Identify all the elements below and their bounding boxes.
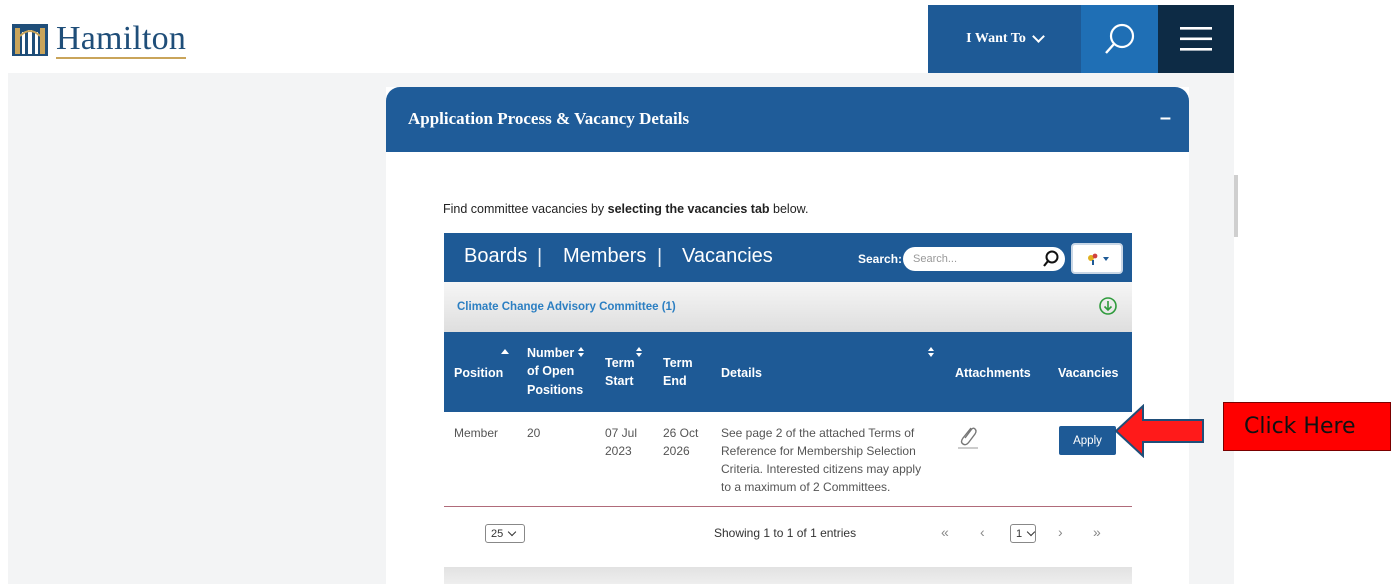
hamilton-logo[interactable]: Hamilton [12, 20, 187, 60]
sort-icon[interactable] [928, 347, 935, 358]
column-header-position[interactable]: Position [454, 365, 503, 381]
committee-group-label[interactable]: Climate Change Advisory Committee (1) [457, 301, 676, 313]
column-header-term-start-2[interactable]: Start [605, 373, 633, 389]
showing-entries-text: Showing 1 to 1 of 1 entries [714, 526, 857, 540]
sort-ascending-icon[interactable] [501, 349, 509, 354]
intro-prefix: Find committee vacancies by [443, 202, 608, 216]
header-search-button[interactable] [1081, 5, 1158, 73]
cell-term-end-2: 2026 [663, 444, 690, 458]
cell-details-line-3: Criteria. Interested citizens may apply [721, 462, 922, 476]
intro-suffix: below. [769, 202, 809, 216]
accordion-title: Application Process & Vacancy Details [408, 109, 690, 128]
chevron-down-icon [1031, 30, 1045, 43]
table-header: Position Number of Open Positions Term S… [444, 332, 1132, 412]
cell-open-positions: 20 [527, 426, 541, 440]
committee-group-row[interactable]: Climate Change Advisory Committee (1) [444, 282, 1132, 332]
column-header-open-positions-1[interactable]: Number [527, 345, 574, 361]
column-header-open-positions-3[interactable]: Positions [527, 382, 583, 398]
column-header-open-positions-2[interactable]: of Open [527, 363, 574, 379]
click-here-label: Click Here [1244, 414, 1356, 439]
intro-text: Find committee vacancies by selecting th… [443, 202, 808, 216]
column-header-details[interactable]: Details [721, 365, 762, 381]
tab-separator: | [657, 246, 663, 268]
intro-bold: selecting the vacancies tab [607, 202, 770, 216]
click-here-callout: Click Here [1223, 402, 1391, 451]
cell-position: Member [454, 426, 499, 440]
page-number-value: 1 [1016, 527, 1023, 540]
first-page-button[interactable]: « [941, 524, 949, 540]
cell-term-start-2: 2023 [605, 444, 632, 458]
i-want-to-label: I Want To [966, 31, 1026, 46]
header-menu-button[interactable] [1158, 5, 1234, 73]
red-arrow-left-icon [1114, 404, 1204, 458]
column-header-term-end-1[interactable]: Term [663, 355, 693, 371]
column-header-term-start-1[interactable]: Term [605, 355, 635, 371]
collapse-icon[interactable]: – [1160, 107, 1171, 130]
cell-details-line-1: See page 2 of the attached Terms of [721, 426, 915, 440]
tab-members[interactable]: Members [563, 245, 646, 268]
search-icon [1104, 23, 1134, 54]
scrollbar-thumb[interactable] [1234, 175, 1238, 237]
search-icon[interactable] [1042, 250, 1060, 268]
cell-term-end-1: 26 Oct [663, 426, 699, 440]
search-label: Search: [858, 252, 903, 266]
paperclip-icon[interactable] [956, 424, 980, 450]
table-footer: 25 Showing 1 to 1 of 1 entries « ‹ 1 › » [444, 507, 1132, 559]
sort-icon[interactable] [578, 347, 585, 358]
sort-icon[interactable] [636, 347, 643, 358]
column-header-vacancies: Vacancies [1058, 366, 1119, 380]
cell-term-start-1: 07 Jul [605, 426, 638, 440]
filter-dropdown-button[interactable] [1071, 243, 1123, 274]
column-header-term-end-2[interactable]: End [663, 373, 687, 389]
column-header-attachments: Attachments [955, 366, 1031, 380]
tab-vacancies[interactable]: Vacancies [682, 245, 773, 268]
search-input[interactable] [903, 247, 1065, 271]
site-header: Hamilton I Want To [8, 0, 1234, 73]
logo-text: Hamilton [56, 20, 187, 59]
page-size-value: 25 [491, 527, 504, 540]
cell-details-line-2: Reference for Membership Selection [721, 444, 916, 458]
previous-page-button[interactable]: ‹ [980, 524, 985, 540]
cell-details-line-4: to a maximum of 2 Committees. [721, 480, 891, 494]
page-number-select[interactable]: 1 [1010, 524, 1036, 543]
last-page-button[interactable]: » [1093, 524, 1101, 540]
vacancy-accordion-panel: Application Process & Vacancy Details – … [386, 87, 1189, 584]
accordion-header[interactable]: Application Process & Vacancy Details – [386, 87, 1189, 152]
hamilton-logo-icon [12, 24, 48, 56]
tab-boards[interactable]: Boards [464, 245, 527, 268]
widget-bottom-shadow [444, 567, 1132, 584]
hamburger-menu-icon [1180, 27, 1212, 51]
color-picker-icon [1087, 253, 1097, 265]
next-page-button[interactable]: › [1058, 524, 1063, 540]
chevron-down-icon [1026, 527, 1036, 536]
widget-tab-bar: Boards | Members | Vacancies Search: [444, 233, 1132, 282]
i-want-to-dropdown[interactable]: I Want To [928, 5, 1081, 73]
apply-button[interactable]: Apply [1059, 426, 1116, 455]
page-size-select[interactable]: 25 [485, 524, 525, 543]
chevron-down-icon [508, 527, 517, 536]
tab-separator: | [537, 246, 543, 268]
expand-circle-down-icon[interactable] [1098, 296, 1118, 316]
caret-down-icon [1102, 256, 1109, 261]
table-row: Member 20 07 Jul 2023 26 Oct 2026 See pa… [444, 412, 1132, 507]
